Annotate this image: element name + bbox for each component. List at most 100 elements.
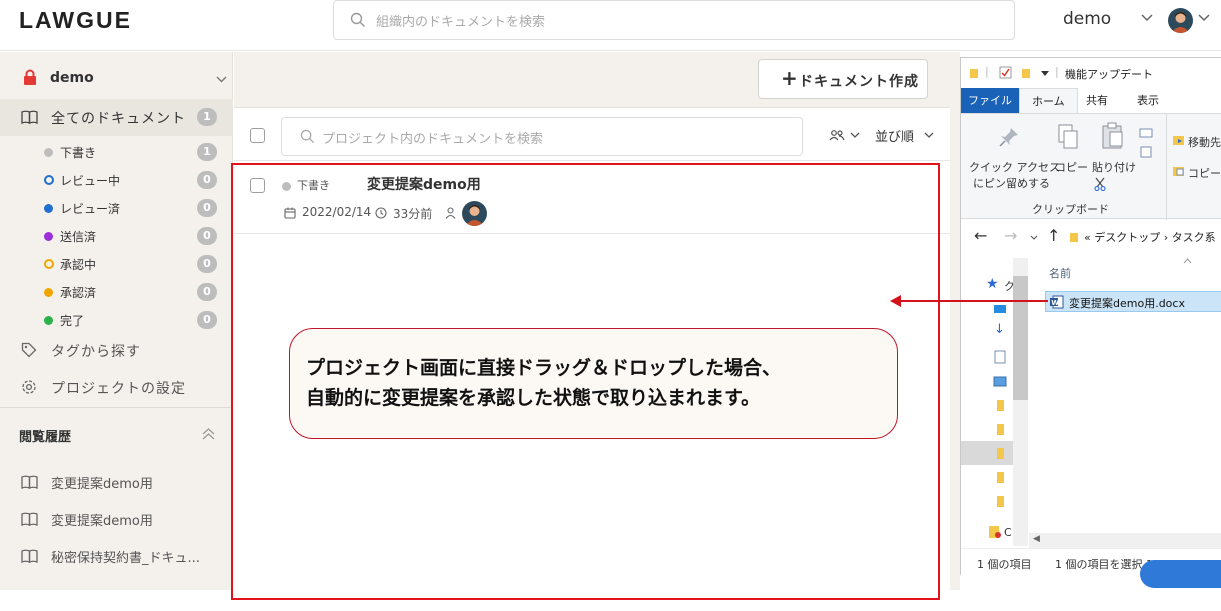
ribbon-tabs: ファイル ホーム 共有 表示 xyxy=(961,88,1221,113)
paste-label[interactable]: 貼り付け xyxy=(1092,159,1136,175)
sort-selector[interactable]: 並び順 xyxy=(875,126,914,145)
chevron-up-icon[interactable] xyxy=(202,428,215,440)
copy-path-icon[interactable] xyxy=(1139,128,1153,138)
tab-home[interactable]: ホーム xyxy=(1019,88,1078,113)
org-search-input[interactable]: 組織内のドキュメントを検索 xyxy=(333,0,1015,40)
status-label: レビュー済 xyxy=(60,202,121,216)
scroll-left-icon[interactable]: ◀ xyxy=(1033,534,1040,544)
callout-line: プロジェクト画面に直接ドラッグ＆ドロップした場合、 xyxy=(306,357,782,379)
chevron-down-icon[interactable] xyxy=(1198,14,1210,22)
move-to-icon[interactable] xyxy=(1172,134,1186,146)
folder-icon[interactable] xyxy=(996,471,1006,484)
sidebar-status-item[interactable]: 完了 0 xyxy=(0,306,233,334)
sidebar-status-item[interactable]: 下書き 1 xyxy=(0,138,233,166)
annotation-callout: プロジェクト画面に直接ドラッグ＆ドロップした場合、 自動的に変更提案を承認した状… xyxy=(289,328,898,439)
address-path[interactable]: « デスクトップ › タスク系 xyxy=(1084,229,1216,245)
sidebar-item-all-documents[interactable]: 全てのドキュメント 1 xyxy=(0,99,233,136)
history-item[interactable]: 秘密保持契約書_ドキュ... xyxy=(0,540,233,572)
file-name: 変更提案demo用.docx xyxy=(1069,297,1185,310)
sidebar-item-project-settings[interactable]: プロジェクトの設定 xyxy=(0,370,233,404)
item-count: 1 個の項目 xyxy=(977,558,1032,571)
sidebar-status-item[interactable]: レビュー中 0 xyxy=(0,166,233,194)
folder-icon[interactable] xyxy=(1021,67,1033,79)
folder-icon[interactable] xyxy=(996,399,1006,412)
column-name-header[interactable]: 名前 xyxy=(1049,265,1071,281)
move-to-label[interactable]: 移動先 xyxy=(1188,134,1221,150)
sidebar-status-item[interactable]: 送信済 0 xyxy=(0,222,233,250)
nav-scrollbar-thumb[interactable] xyxy=(1013,276,1028,400)
folder-icon xyxy=(1070,233,1078,242)
folder-icon xyxy=(970,69,978,78)
project-search-placeholder: プロジェクト内のドキュメントを検索 xyxy=(322,132,544,147)
sidebar-item-label: タグから探す xyxy=(51,344,141,360)
plus-icon: + xyxy=(781,66,798,90)
workspace-selector[interactable]: demo xyxy=(1063,9,1111,29)
count-badge: 0 xyxy=(197,199,217,217)
folder-icon[interactable] xyxy=(996,447,1006,460)
documents-icon[interactable] xyxy=(994,350,1006,364)
nav-item-label[interactable]: C xyxy=(1004,526,1012,539)
pin-label[interactable]: クイック アクセス xyxy=(969,159,1060,175)
app-logo[interactable]: LAWGUE xyxy=(19,7,132,34)
select-all-checkbox[interactable] xyxy=(250,128,265,143)
chevron-down-icon[interactable] xyxy=(1141,14,1153,22)
status-dot xyxy=(44,148,53,157)
pin-label[interactable]: にピン留めする xyxy=(973,175,1050,191)
user-avatar[interactable] xyxy=(1168,8,1193,33)
paste-shortcut-icon[interactable] xyxy=(1140,146,1152,158)
folder-icon[interactable] xyxy=(996,495,1006,508)
people-icon[interactable] xyxy=(829,129,845,141)
recent-dropdown-icon[interactable] xyxy=(1030,235,1038,240)
sidebar-status-item[interactable]: 承認済 0 xyxy=(0,278,233,306)
sidebar-status-item[interactable]: レビュー済 0 xyxy=(0,194,233,222)
file-list: 名前 W 変更提案demo用.docx xyxy=(1029,258,1221,546)
status-dot xyxy=(44,259,54,269)
dropdown-arrow-icon[interactable] xyxy=(1041,71,1049,76)
copy-to-label[interactable]: コピー先 xyxy=(1188,165,1221,181)
copy-to-icon[interactable] xyxy=(1172,165,1186,177)
sidebar-status-item[interactable]: 承認中 0 xyxy=(0,250,233,278)
onedrive-icon[interactable] xyxy=(988,525,1002,539)
history-item[interactable]: 変更提案demo用 xyxy=(0,503,233,535)
download-icon[interactable]: ↓ xyxy=(994,322,1005,337)
history-item[interactable]: 変更提案demo用 xyxy=(0,466,233,498)
chevron-down-icon[interactable] xyxy=(850,132,860,138)
quick-access-star-icon[interactable]: ★ xyxy=(986,276,999,292)
back-arrow-icon[interactable]: ← xyxy=(974,226,987,245)
lock-icon xyxy=(24,69,36,85)
word-document-icon: W xyxy=(1050,295,1064,309)
callout-line: 自動的に変更提案を承認した状態で取り込まれます。 xyxy=(306,387,761,409)
sidebar-item-tags[interactable]: タグから探す xyxy=(0,333,233,367)
desktop-icon[interactable] xyxy=(993,304,1007,314)
up-arrow-icon[interactable]: ↑ xyxy=(1047,226,1060,245)
folder-icon[interactable] xyxy=(996,423,1006,436)
count-badge: 1 xyxy=(197,108,217,126)
history-item-label: 変更提案demo用 xyxy=(51,514,153,529)
paste-icon[interactable] xyxy=(1101,122,1125,150)
horizontal-scrollbar[interactable]: ◀ xyxy=(1029,533,1221,548)
count-badge: 0 xyxy=(197,283,217,301)
scissors-icon[interactable] xyxy=(1094,177,1106,191)
chevron-down-icon[interactable] xyxy=(216,76,227,83)
floating-action-button[interactable] xyxy=(1140,560,1221,588)
tab-view[interactable]: 表示 xyxy=(1137,88,1159,113)
forward-arrow-icon[interactable]: → xyxy=(1004,226,1017,245)
pin-icon[interactable] xyxy=(998,126,1020,148)
copy-label[interactable]: コピー xyxy=(1055,159,1088,175)
create-document-button[interactable]: + ドキュメント作成 xyxy=(758,59,928,99)
count-badge: 0 xyxy=(197,311,217,329)
tab-share[interactable]: 共有 xyxy=(1086,88,1108,113)
sidebar-item-label: プロジェクトの設定 xyxy=(51,381,186,397)
copy-icon[interactable] xyxy=(1057,124,1079,150)
properties-icon[interactable] xyxy=(999,66,1012,79)
pictures-icon[interactable] xyxy=(993,376,1007,387)
tab-file[interactable]: ファイル xyxy=(961,88,1019,113)
file-item-docx[interactable]: W 変更提案demo用.docx xyxy=(1045,291,1221,312)
status-dot xyxy=(44,316,53,325)
status-label: レビュー中 xyxy=(60,174,121,188)
project-search-input[interactable]: プロジェクト内のドキュメントを検索 xyxy=(281,117,803,156)
count-badge: 0 xyxy=(197,171,217,189)
chevron-down-icon[interactable] xyxy=(924,132,934,138)
drag-arrow-line xyxy=(900,300,1048,302)
book-icon xyxy=(21,549,38,563)
